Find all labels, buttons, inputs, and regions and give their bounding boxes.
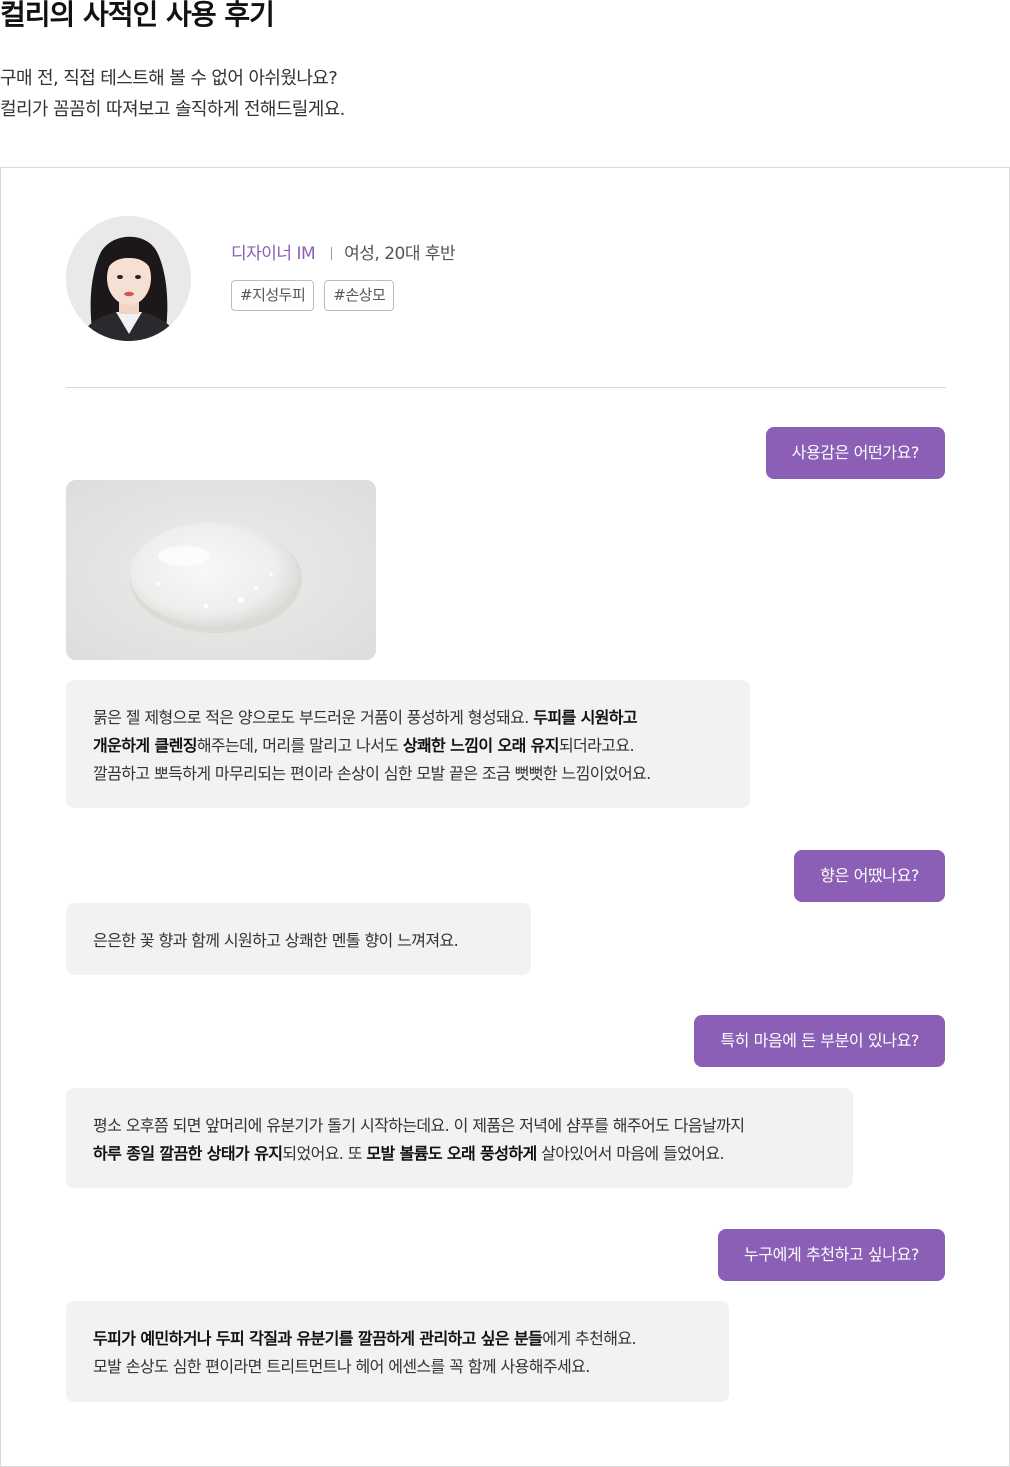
- tag: #지성두피: [231, 280, 315, 311]
- question-bubble: 누구에게 추천하고 싶나요?: [718, 1229, 945, 1281]
- answer-line: 깔끔하고 뽀득하게 마무리되는 편이라 손상이 심한 모발 끝은 조금 뻣뻣한 …: [93, 764, 651, 783]
- answer-line: 모발 손상도 심한 편이라면 트리트먼트나 헤어 에센스를 꼭 함께 사용해주세…: [93, 1357, 590, 1376]
- answer-bubble: 두피가 예민하거나 두피 각질과 유분기를 깔끔하게 관리하고 싶은 분들에게 …: [66, 1301, 729, 1402]
- page-title: 컬리의 사적인 사용 후기: [0, 0, 275, 31]
- tag: #손상모: [324, 280, 395, 311]
- reviewer-profile: 디자이너 IM 여성, 20대 후반: [231, 242, 456, 266]
- answer-line: 하루 종일 깔끔한 상태가 유지되었어요. 또 모발 볼륨도 오래 풍성하게 살…: [93, 1144, 725, 1163]
- answer-bubble: 묽은 젤 제형으로 적은 양으로도 부드러운 거품이 풍성하게 형성돼요. 두피…: [66, 680, 750, 808]
- answer-line: 묽은 젤 제형으로 적은 양으로도 부드러운 거품이 풍성하게 형성돼요. 두피…: [93, 708, 638, 727]
- divider: [66, 387, 946, 388]
- answer-line: 개운하게 클렌징해주는데, 머리를 말리고 나서도 상쾌한 느낌이 오래 유지되…: [93, 736, 635, 755]
- question-bubble: 특히 마음에 든 부분이 있나요?: [694, 1015, 945, 1067]
- review-card: 디자이너 IM 여성, 20대 후반 #지성두피 #손상모 사용감은 어떤가요?: [0, 167, 1010, 1467]
- intro-text: 구매 전, 직접 테스트해 볼 수 없어 아쉬웠나요? 컬리가 꼼꼼히 따져보고…: [0, 63, 345, 125]
- reviewer-avatar: [66, 216, 191, 341]
- answer-line: 평소 오후쯤 되면 앞머리에 유분기가 돌기 시작하는데요. 이 제품은 저녁에…: [93, 1116, 745, 1135]
- reviewer-name: 디자이너 IM: [231, 244, 316, 264]
- reviewer-tags: #지성두피 #손상모: [231, 280, 395, 311]
- question-bubble: 향은 어땠나요?: [794, 850, 945, 902]
- answer-line: 두피가 예민하거나 두피 각질과 유분기를 깔끔하게 관리하고 싶은 분들에게 …: [93, 1329, 637, 1348]
- intro-line: 구매 전, 직접 테스트해 볼 수 없어 아쉬웠나요?: [0, 68, 338, 89]
- intro-line: 컬리가 꼼꼼히 따져보고 솔직하게 전해드릴게요.: [0, 99, 345, 120]
- gel-texture-image: [66, 480, 376, 660]
- answer-bubble: 은은한 꽃 향과 함께 시원하고 상쾌한 멘톨 향이 느껴져요.: [66, 903, 531, 975]
- reviewer-info: 여성, 20대 후반: [344, 244, 456, 264]
- separator: [331, 247, 333, 260]
- answer-bubble: 평소 오후쯤 되면 앞머리에 유분기가 돌기 시작하는데요. 이 제품은 저녁에…: [66, 1088, 853, 1188]
- product-texture-image: [66, 480, 376, 660]
- question-bubble: 사용감은 어떤가요?: [765, 427, 945, 479]
- answer-line: 은은한 꽃 향과 함께 시원하고 상쾌한 멘톨 향이 느껴져요.: [93, 931, 459, 950]
- reviewer-portrait-image: [66, 216, 191, 341]
